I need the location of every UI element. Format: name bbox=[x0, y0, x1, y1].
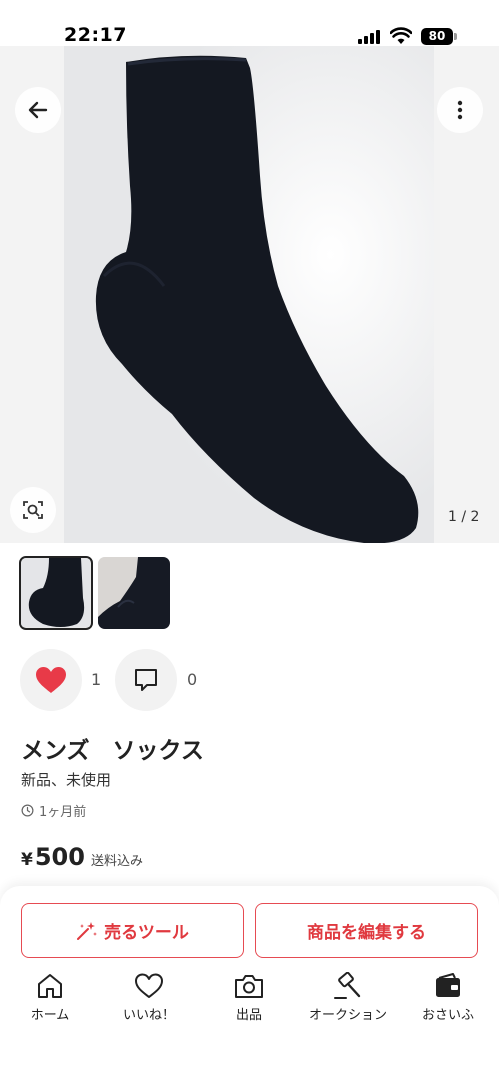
price-row: ¥ 500 送料込み bbox=[21, 843, 143, 871]
tab-likes-label: いいね！ bbox=[122, 1008, 175, 1023]
heart-filled-icon bbox=[36, 667, 66, 693]
sell-tool-label: 売るツール bbox=[104, 923, 189, 943]
wifi-icon bbox=[390, 27, 412, 44]
battery-tip bbox=[454, 33, 457, 40]
comment-count: 0 bbox=[187, 670, 198, 689]
tab-sell-label: 出品 bbox=[235, 1008, 262, 1023]
tab-auction[interactable]: オークション bbox=[298, 972, 398, 1023]
gavel-icon bbox=[334, 972, 361, 999]
photo-carousel[interactable]: 1 / 2 bbox=[0, 46, 499, 543]
currency-symbol: ¥ bbox=[21, 850, 33, 870]
edit-item-label: 商品を編集する bbox=[307, 923, 426, 943]
comment-icon bbox=[135, 669, 157, 691]
sparkle-wand-icon bbox=[77, 921, 98, 940]
like-count: 1 bbox=[91, 670, 102, 689]
shipping-note: 送料込み bbox=[90, 854, 143, 869]
item-title: メンズ ソックス bbox=[21, 738, 204, 764]
tab-home-label: ホーム bbox=[30, 1008, 70, 1023]
status-bar: 22:17 80 bbox=[0, 0, 499, 46]
back-button[interactable] bbox=[15, 87, 61, 133]
photo-page-counter: 1 / 2 bbox=[448, 509, 480, 525]
tab-sell[interactable]: 出品 bbox=[199, 972, 299, 1023]
posted-time-text: 1ヶ月前 bbox=[39, 805, 87, 820]
comment-button[interactable] bbox=[115, 649, 177, 711]
status-time: 22:17 bbox=[64, 24, 127, 46]
thumbnail-2[interactable] bbox=[98, 557, 170, 629]
arrow-left-icon bbox=[28, 101, 48, 119]
bottom-panel: 売るツール 商品を編集する ホーム いいね！ 出品 オークション おさいふ bbox=[0, 886, 499, 1080]
heart-outline-icon bbox=[135, 973, 163, 998]
thumbnail-1[interactable] bbox=[19, 556, 93, 630]
image-search-button[interactable] bbox=[10, 487, 56, 533]
clock-icon bbox=[21, 804, 34, 817]
image-search-icon bbox=[23, 501, 43, 519]
posted-time: 1ヶ月前 bbox=[21, 801, 86, 820]
item-photo[interactable] bbox=[64, 46, 434, 543]
more-options-button[interactable] bbox=[437, 87, 483, 133]
home-icon bbox=[38, 974, 62, 998]
tab-home[interactable]: ホーム bbox=[0, 972, 100, 1023]
tab-wallet[interactable]: おさいふ bbox=[398, 972, 498, 1023]
edit-item-button[interactable]: 商品を編集する bbox=[255, 903, 478, 958]
cellular-signal-icon bbox=[358, 30, 382, 44]
battery-icon: 80 bbox=[421, 28, 453, 45]
tab-auction-label: オークション bbox=[308, 1008, 387, 1023]
camera-icon bbox=[235, 975, 263, 998]
item-price: 500 bbox=[34, 843, 85, 871]
tab-wallet-label: おさいふ bbox=[421, 1008, 474, 1023]
more-vertical-icon bbox=[457, 100, 463, 120]
like-button[interactable] bbox=[20, 649, 82, 711]
tab-likes[interactable]: いいね！ bbox=[99, 972, 199, 1023]
sell-tool-button[interactable]: 売るツール bbox=[21, 903, 244, 958]
wallet-icon bbox=[436, 973, 460, 997]
item-condition: 新品、未使用 bbox=[21, 771, 112, 789]
